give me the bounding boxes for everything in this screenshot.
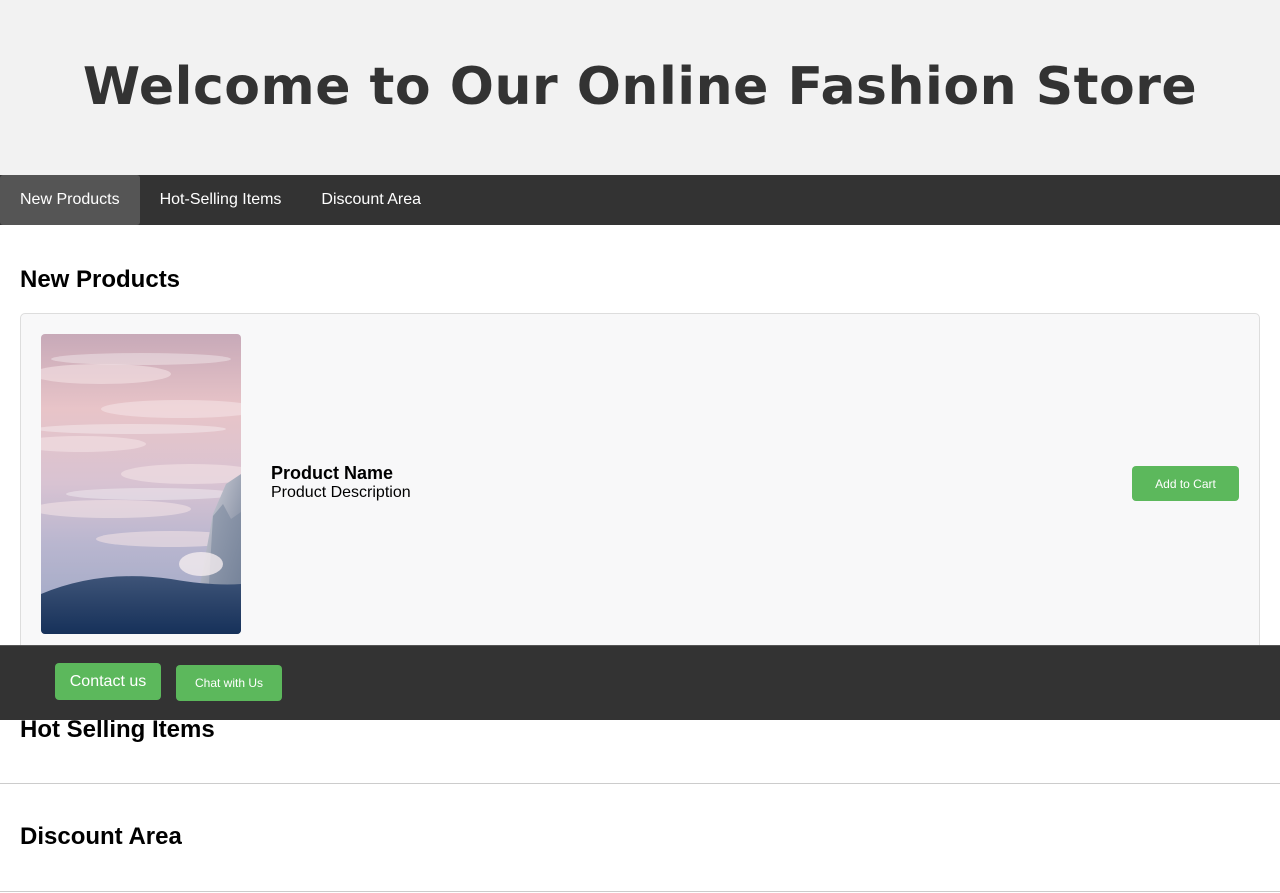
nav-item-new-products[interactable]: New Products xyxy=(0,175,140,225)
new-products-heading: New Products xyxy=(20,266,181,293)
product-name: Product Name xyxy=(271,463,394,483)
product-info: Product Name Product Description xyxy=(271,463,411,503)
nav-item-hot-selling-items[interactable]: Hot-Selling Items xyxy=(140,175,302,225)
main-nav: New Products Hot-Selling Items Discount … xyxy=(0,175,1280,225)
add-to-cart-button[interactable]: Add to Cart xyxy=(1132,466,1239,501)
new-products-section: New Products Product Name Product Descri… xyxy=(0,225,1280,675)
fixed-footer-bar: Contact us Chat with Us xyxy=(0,645,1280,720)
site-header: Welcome to Our Online Fashion Store xyxy=(0,0,1280,175)
product-card: Product Name Product Description Add to … xyxy=(20,313,1260,653)
product-description: Product Description xyxy=(271,484,411,501)
discount-heading: Discount Area xyxy=(20,823,182,850)
contact-us-button[interactable]: Contact us xyxy=(55,663,161,700)
site-title: Welcome to Our Online Fashion Store xyxy=(82,56,1198,117)
hot-selling-heading: Hot Selling Items xyxy=(20,716,215,743)
chat-with-us-button[interactable]: Chat with Us xyxy=(176,665,282,701)
nav-item-discount-area[interactable]: Discount Area xyxy=(301,175,441,225)
discount-section: Discount Area xyxy=(0,784,1280,892)
product-image[interactable] xyxy=(41,334,241,634)
